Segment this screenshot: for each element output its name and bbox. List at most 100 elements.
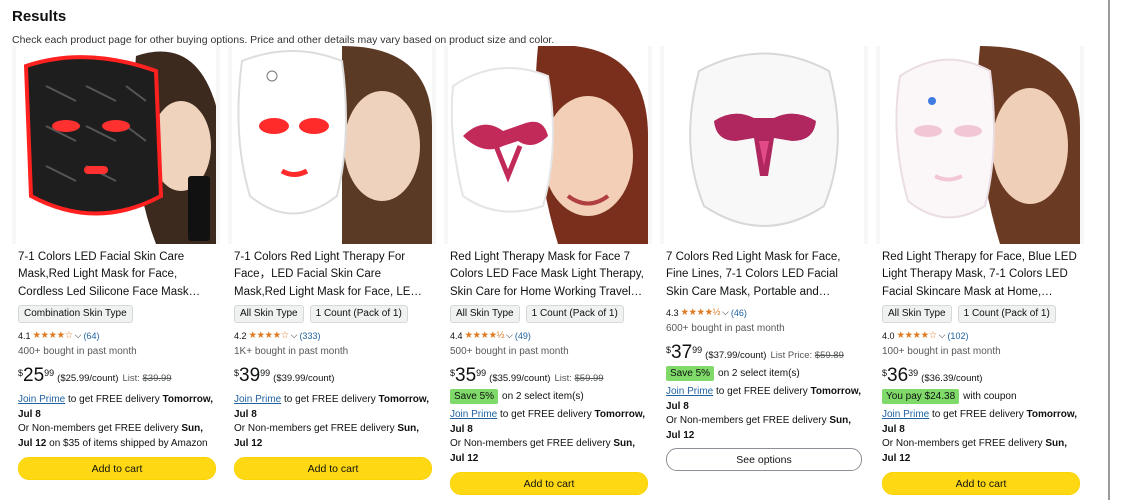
bought-count: 500+ bought in past month <box>450 346 569 357</box>
coupon-tag: Save 5% <box>450 389 499 404</box>
chevron-down-icon[interactable]: ⌵ <box>75 330 82 341</box>
delivery-info: Join Prime to get FREE delivery Tomorrow… <box>234 394 430 449</box>
variant-chip[interactable]: Combination Skin Type <box>18 305 133 323</box>
price-fraction: 99 <box>476 368 487 378</box>
join-prime-link[interactable]: Join Prime <box>450 409 497 420</box>
price[interactable]: $ 25 99 ($25.99/count) List: $39.99 <box>18 366 172 386</box>
rating-value: 4.2 <box>234 330 247 341</box>
variant-chip[interactable]: All Skin Type <box>234 305 304 323</box>
led-mask-photo-black <box>16 46 216 244</box>
star-rating-icon: ★★★★½ <box>680 307 721 318</box>
delivery-info: Join Prime to get FREE delivery Tomorrow… <box>882 409 1078 464</box>
coupon-badge[interactable]: You pay $24.38 with coupon <box>882 389 1017 404</box>
add-to-cart-button[interactable]: Add to cart <box>234 457 432 480</box>
price-whole: 35 <box>455 365 477 386</box>
save-badge[interactable]: Save 5% on 2 select item(s) <box>450 389 584 404</box>
star-rating-icon: ★★★★☆ <box>32 330 74 341</box>
rating-value: 4.3 <box>666 307 679 318</box>
unit-price: ($36.39/count) <box>921 373 983 384</box>
product-card: Red Light Therapy for Face, Blue LED Lig… <box>876 46 1084 500</box>
product-title[interactable]: 7-1 Colors Red Light Therapy For Face，LE… <box>234 249 430 301</box>
price-fraction: 39 <box>908 368 919 378</box>
delivery-info: Join Prime to get FREE delivery Tomorrow… <box>450 409 646 464</box>
delivery-info: Join Prime to get FREE delivery Tomorrow… <box>666 386 862 441</box>
variant-chip[interactable]: 1 Count (Pack of 1) <box>309 305 408 323</box>
variant-chip[interactable]: All Skin Type <box>450 305 520 323</box>
coupon-text: on 2 select item(s) <box>718 368 800 379</box>
product-image[interactable] <box>228 46 436 244</box>
review-count[interactable]: (49) <box>515 331 531 341</box>
results-title: Results <box>12 8 67 25</box>
bought-count: 400+ bought in past month <box>18 346 137 357</box>
rating[interactable]: 4.3 ★★★★½ ⌵ (46) <box>666 307 747 318</box>
join-prime-link[interactable]: Join Prime <box>666 386 713 397</box>
chevron-down-icon[interactable]: ⌵ <box>291 330 298 341</box>
product-title[interactable]: Red Light Therapy for Face, Blue LED Lig… <box>882 249 1078 301</box>
led-mask-photo-blue <box>880 46 1080 244</box>
unit-price: ($37.99/count) <box>705 350 767 361</box>
star-rating-icon: ★★★★☆ <box>248 330 290 341</box>
product-image[interactable] <box>444 46 652 244</box>
product-card: Red Light Therapy Mask for Face 7 Colors… <box>444 46 652 500</box>
coupon-tag: You pay $24.38 <box>882 389 960 404</box>
led-mask-photo-white-pink <box>664 46 864 244</box>
chevron-down-icon[interactable]: ⌵ <box>722 307 729 318</box>
unit-price: ($25.99/count) <box>57 373 119 384</box>
price[interactable]: $ 37 99 ($37.99/count) List Price: $59.8… <box>666 343 844 363</box>
list-price: List Price: $59.89 <box>770 350 844 361</box>
led-mask-photo-white <box>232 46 432 244</box>
unit-price: ($39.99/count) <box>273 373 335 384</box>
join-prime-link[interactable]: Join Prime <box>234 394 281 405</box>
review-count[interactable]: (333) <box>299 331 320 341</box>
bought-count: 1K+ bought in past month <box>234 346 349 357</box>
rating[interactable]: 4.4 ★★★★½ ⌵ (49) <box>450 330 531 341</box>
star-rating-icon: ★★★★☆ <box>896 330 938 341</box>
review-count[interactable]: (64) <box>83 331 99 341</box>
product-card: 7 Colors Red Light Mask for Face, Fine L… <box>660 46 868 500</box>
bought-count: 600+ bought in past month <box>666 323 785 334</box>
product-title[interactable]: Red Light Therapy Mask for Face 7 Colors… <box>450 249 646 301</box>
chevron-down-icon[interactable]: ⌵ <box>939 330 946 341</box>
product-card: 7-1 Colors LED Facial Skin Care Mask,Red… <box>12 46 220 500</box>
product-title[interactable]: 7-1 Colors LED Facial Skin Care Mask,Red… <box>18 249 214 301</box>
unit-price: ($35.99/count) <box>489 373 551 384</box>
coupon-text: with coupon <box>963 391 1017 402</box>
product-image[interactable] <box>876 46 1084 244</box>
rating[interactable]: 4.1 ★★★★☆ ⌵ (64) <box>18 330 99 341</box>
review-count[interactable]: (102) <box>947 331 968 341</box>
review-count[interactable]: (46) <box>731 308 747 318</box>
scrollbar[interactable] <box>1108 0 1110 500</box>
see-options-button[interactable]: See options <box>666 448 862 471</box>
price[interactable]: $ 36 39 ($36.39/count) <box>882 366 982 386</box>
add-to-cart-button[interactable]: Add to cart <box>450 472 648 495</box>
price[interactable]: $ 35 99 ($35.99/count) List: $59.99 <box>450 366 604 386</box>
price-fraction: 99 <box>692 345 703 355</box>
list-price: List: $39.99 <box>122 373 172 384</box>
join-prime-link[interactable]: Join Prime <box>18 394 65 405</box>
price[interactable]: $ 39 99 ($39.99/count) <box>234 366 334 386</box>
variant-chip[interactable]: All Skin Type <box>882 305 952 323</box>
star-rating-icon: ★★★★½ <box>464 330 505 341</box>
price-fraction: 99 <box>260 368 271 378</box>
rating-value: 4.0 <box>882 330 895 341</box>
price-whole: 37 <box>671 342 693 363</box>
rating[interactable]: 4.0 ★★★★☆ ⌵ (102) <box>882 330 968 341</box>
price-whole: 25 <box>23 365 45 386</box>
variant-chip[interactable]: 1 Count (Pack of 1) <box>957 305 1056 323</box>
product-image[interactable] <box>660 46 868 244</box>
chevron-down-icon[interactable]: ⌵ <box>506 330 513 341</box>
rating-value: 4.4 <box>450 330 463 341</box>
add-to-cart-button[interactable]: Add to cart <box>18 457 216 480</box>
join-prime-link[interactable]: Join Prime <box>882 409 929 420</box>
rating-value: 4.1 <box>18 330 31 341</box>
coupon-text: on 2 select item(s) <box>502 391 584 402</box>
add-to-cart-button[interactable]: Add to cart <box>882 472 1080 495</box>
variant-chip[interactable]: 1 Count (Pack of 1) <box>525 305 624 323</box>
product-title[interactable]: 7 Colors Red Light Mask for Face, Fine L… <box>666 249 862 301</box>
save-badge[interactable]: Save 5% on 2 select item(s) <box>666 366 800 381</box>
rating[interactable]: 4.2 ★★★★☆ ⌵ (333) <box>234 330 320 341</box>
coupon-tag: Save 5% <box>666 366 715 381</box>
product-image[interactable] <box>12 46 220 244</box>
product-card: 7-1 Colors Red Light Therapy For Face，LE… <box>228 46 436 500</box>
results-header: Results Check each product page for othe… <box>12 8 554 47</box>
